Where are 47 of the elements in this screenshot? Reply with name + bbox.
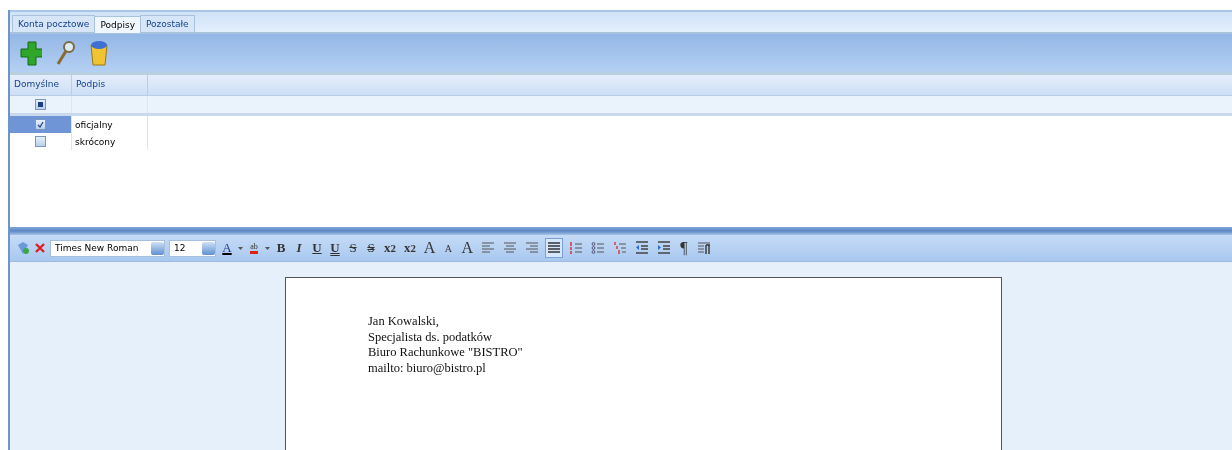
multilevel-list-icon — [612, 241, 627, 255]
tab[interactable]: Podpisy — [94, 16, 141, 33]
dropdown-arrow-icon — [265, 246, 270, 250]
justify-icon — [546, 241, 561, 255]
format-button[interactable]: A — [441, 238, 456, 258]
add-icon[interactable] — [20, 40, 42, 66]
checkbox[interactable] — [35, 99, 46, 110]
format-button[interactable]: S — [364, 238, 378, 258]
font-name-dropdown[interactable]: Times New Roman — [50, 239, 165, 257]
highlight-button[interactable]: ab — [247, 238, 261, 258]
align-left-icon — [480, 241, 495, 255]
signature-line: Jan Kowalski, — [368, 314, 440, 330]
toolbar-button[interactable] — [544, 238, 563, 258]
signature-line: mailto: biuro@bistro.pl — [368, 360, 487, 376]
check-icon — [37, 121, 44, 128]
checkbox[interactable] — [35, 136, 46, 147]
font-size-dropdown[interactable]: 12 — [169, 239, 216, 257]
tab[interactable]: Pozostałe — [139, 15, 195, 32]
signature-line: Biuro Rachunkowe "BISTRO" — [368, 345, 524, 361]
table-cell: oficjalny — [72, 116, 148, 133]
trash-bin-icon[interactable] — [88, 40, 110, 66]
indent-icon — [656, 241, 671, 255]
dropdown-arrow-icon — [238, 246, 243, 250]
format-button[interactable]: S — [346, 238, 360, 258]
align-center-icon — [502, 241, 517, 255]
bullet-list-icon — [590, 241, 605, 255]
format-button[interactable]: B — [274, 238, 288, 258]
paragraph-marks-icon — [696, 241, 711, 255]
checkbox[interactable] — [35, 119, 46, 130]
format-button[interactable]: A — [459, 238, 475, 258]
column-header[interactable]: Podpis — [72, 75, 148, 95]
magnifier-icon[interactable] — [54, 40, 76, 66]
outdent-icon — [634, 241, 649, 255]
align-right-icon — [524, 241, 539, 255]
format-button[interactable]: U — [310, 238, 324, 258]
font-color-button[interactable]: A — [220, 238, 234, 258]
format-button[interactable]: A — [421, 238, 438, 258]
signature-line: Specjalista ds. podatków — [368, 329, 493, 345]
format-button[interactable]: U — [328, 238, 342, 258]
row-selector-cell[interactable] — [10, 116, 72, 133]
tab[interactable]: Konta pocztowe — [12, 15, 96, 32]
close-icon[interactable] — [34, 242, 46, 254]
numbered-list-icon — [568, 241, 583, 255]
format-button[interactable]: I — [292, 238, 306, 258]
format-button[interactable]: ¶ — [676, 238, 691, 258]
column-header[interactable]: Domyślne — [10, 75, 72, 95]
table-cell: skrócony — [72, 133, 148, 150]
